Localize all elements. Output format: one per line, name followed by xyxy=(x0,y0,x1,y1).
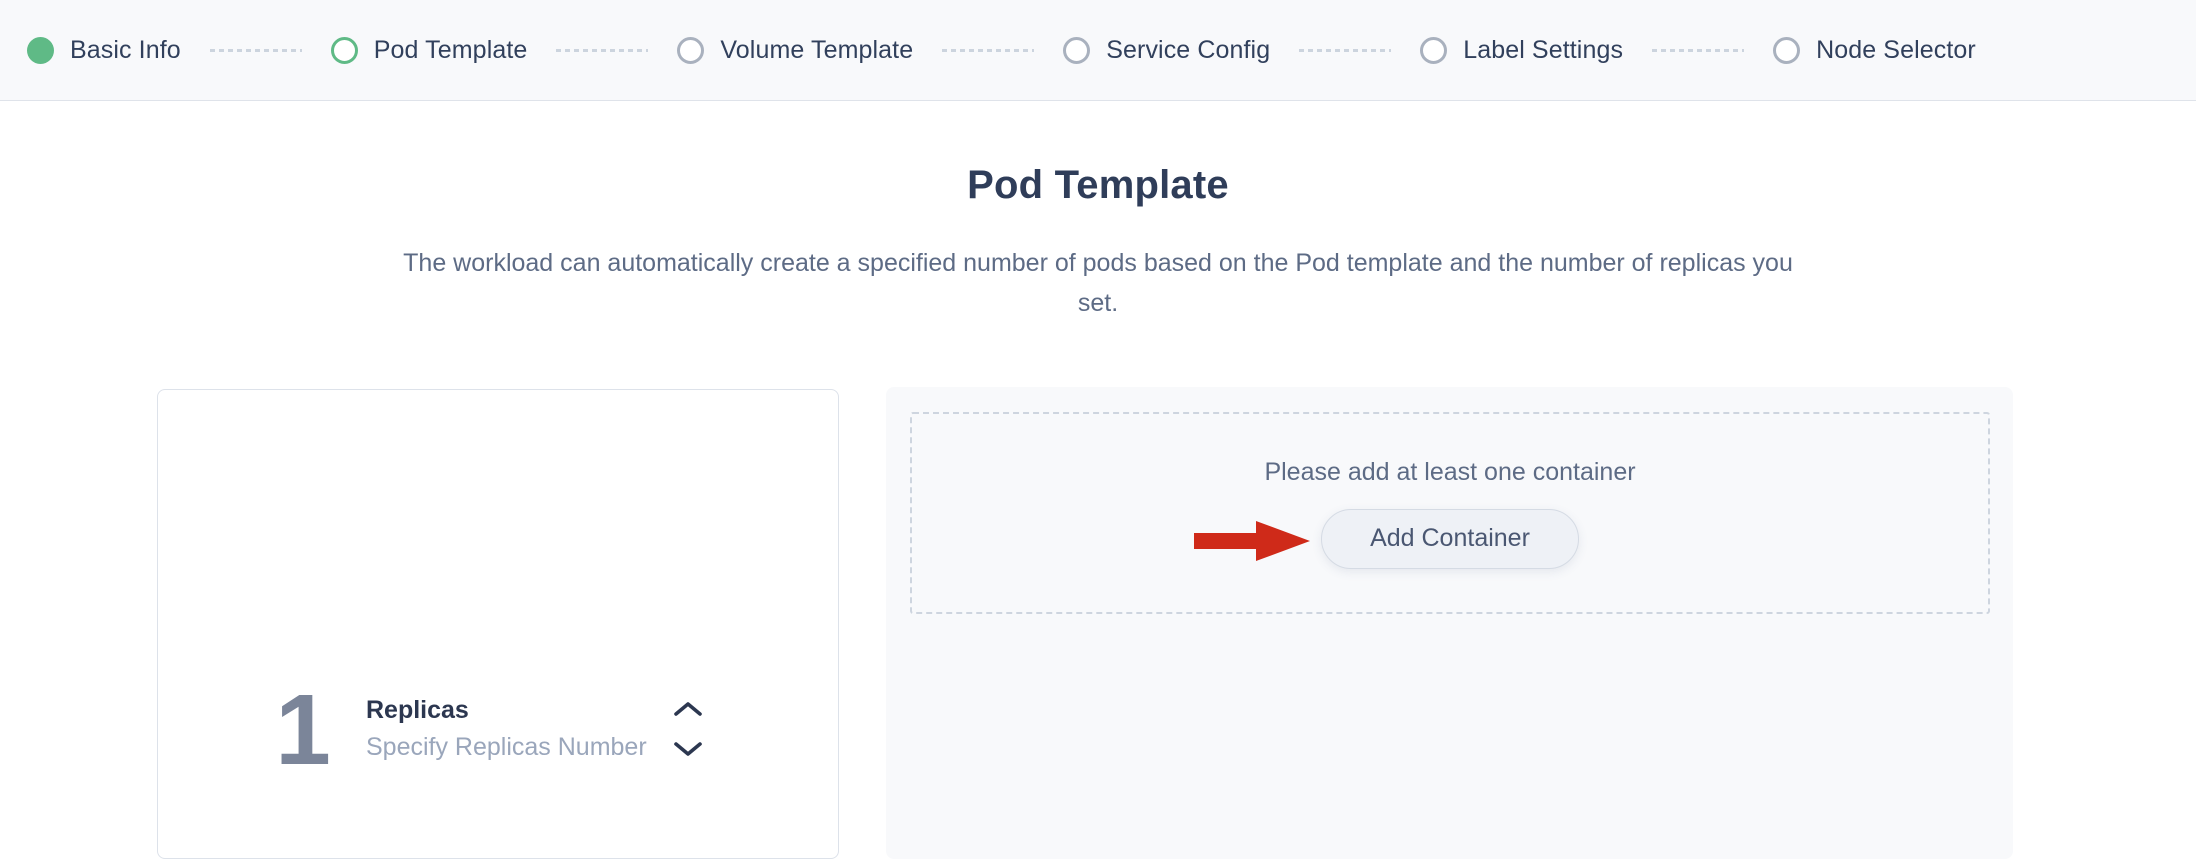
step-connector xyxy=(1652,48,1745,52)
step-service-config[interactable]: Service Config xyxy=(1063,36,1270,65)
chevron-up-icon xyxy=(673,700,703,721)
step-status-circle-todo-icon xyxy=(1420,36,1448,64)
container-empty-dropzone: Please add at least one container Add Co… xyxy=(910,412,1990,614)
replicas-increment-button[interactable] xyxy=(671,699,705,721)
containers-panel: Please add at least one container Add Co… xyxy=(886,387,2013,859)
step-label: Label Settings xyxy=(1463,35,1624,64)
empty-state-message: Please add at least one container xyxy=(1264,457,1636,486)
step-connector xyxy=(942,48,1035,52)
replicas-text-block: Replicas Specify Replicas Number xyxy=(366,693,647,767)
replicas-card: 1 Replicas Specify Replicas Number xyxy=(157,389,839,859)
step-status-circle-todo-icon xyxy=(1063,36,1091,64)
step-node-selector[interactable]: Node Selector xyxy=(1773,36,1976,65)
replicas-value: 1 xyxy=(275,674,331,786)
chevron-down-icon xyxy=(673,740,703,761)
replicas-hint: Specify Replicas Number xyxy=(366,733,647,761)
step-volume-template[interactable]: Volume Template xyxy=(677,36,913,65)
page-subtitle: The workload can automatically create a … xyxy=(403,249,1793,317)
add-container-button[interactable]: Add Container xyxy=(1321,508,1579,569)
step-label: Node Selector xyxy=(1816,35,1976,64)
step-label: Pod Template xyxy=(373,35,528,64)
replicas-title: Replicas xyxy=(366,696,469,724)
step-connector xyxy=(556,48,649,52)
step-label-settings[interactable]: Label Settings xyxy=(1420,36,1623,65)
step-connector xyxy=(1299,48,1392,52)
replicas-decrement-button[interactable] xyxy=(671,739,705,761)
step-connector xyxy=(209,48,302,52)
step-basic-info[interactable]: Basic Info xyxy=(27,36,181,65)
step-label: Service Config xyxy=(1106,35,1271,64)
step-pod-template[interactable]: Pod Template xyxy=(330,35,528,65)
step-status-circle-todo-icon xyxy=(677,36,705,64)
step-status-circle-todo-icon xyxy=(1773,36,1801,64)
page-title: Pod Template xyxy=(967,163,1229,207)
replicas-stepper-buttons xyxy=(671,699,705,761)
replicas-control: 1 Replicas Specify Replicas Number xyxy=(268,680,705,780)
wizard-stepper: Basic Info Pod Template Volume Template … xyxy=(0,0,2196,101)
step-label: Volume Template xyxy=(720,35,914,64)
step-label: Basic Info xyxy=(70,35,181,64)
step-status-circle-active-icon xyxy=(330,36,358,64)
step-status-circle-done-icon xyxy=(27,36,54,64)
